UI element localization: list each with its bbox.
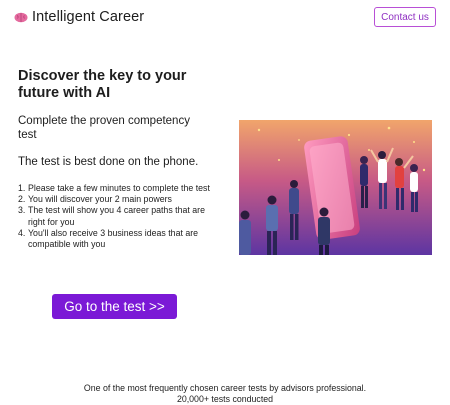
brand-name: Intelligent Career <box>32 9 145 25</box>
steps-list: 1. Please take a few minutes to complete … <box>18 183 218 250</box>
list-item: 4. You'll also receive 3 business ideas t… <box>18 228 218 250</box>
people-celebrating-illustration <box>239 120 432 255</box>
hero-subtitle: Complete the proven competency test <box>18 115 190 141</box>
brain-icon <box>14 12 28 22</box>
hero-title-ai: AI <box>95 85 111 101</box>
go-to-test-button[interactable]: Go to the test >> <box>52 294 177 319</box>
list-item: 2. You will discover your 2 main powers <box>18 194 218 205</box>
brand-logo[interactable]: Intelligent Career <box>14 9 144 25</box>
step-text: You will discover your 2 main powers <box>28 194 172 205</box>
hero-title: Discover the key to your future with AI <box>18 68 218 102</box>
step-number: 3. <box>18 205 26 216</box>
step-number: 1. <box>18 183 26 193</box>
step-text: The test will show you 4 career paths th… <box>28 205 206 227</box>
site-header: Intelligent Career Contact us <box>0 0 450 36</box>
footer-stats: 20,000+ tests conducted <box>176 394 274 404</box>
step-text: Please take a few minutes to complete th… <box>28 183 210 193</box>
list-item: 1. Please take a few minutes to complete … <box>18 183 218 194</box>
phone-note: The test is best done on the phone. <box>18 156 199 168</box>
step-number: 2. <box>18 194 26 205</box>
step-text: You'll also receive 3 business ideas tha… <box>28 227 199 250</box>
footer-tagline: One of the most frequently chosen career… <box>83 383 367 393</box>
list-item: 3. The test will show you 4 career paths … <box>18 205 218 227</box>
footer: One of the most frequently chosen career… <box>0 383 450 405</box>
step-number: 4. <box>18 227 26 238</box>
contact-us-button[interactable]: Contact us <box>374 7 436 27</box>
